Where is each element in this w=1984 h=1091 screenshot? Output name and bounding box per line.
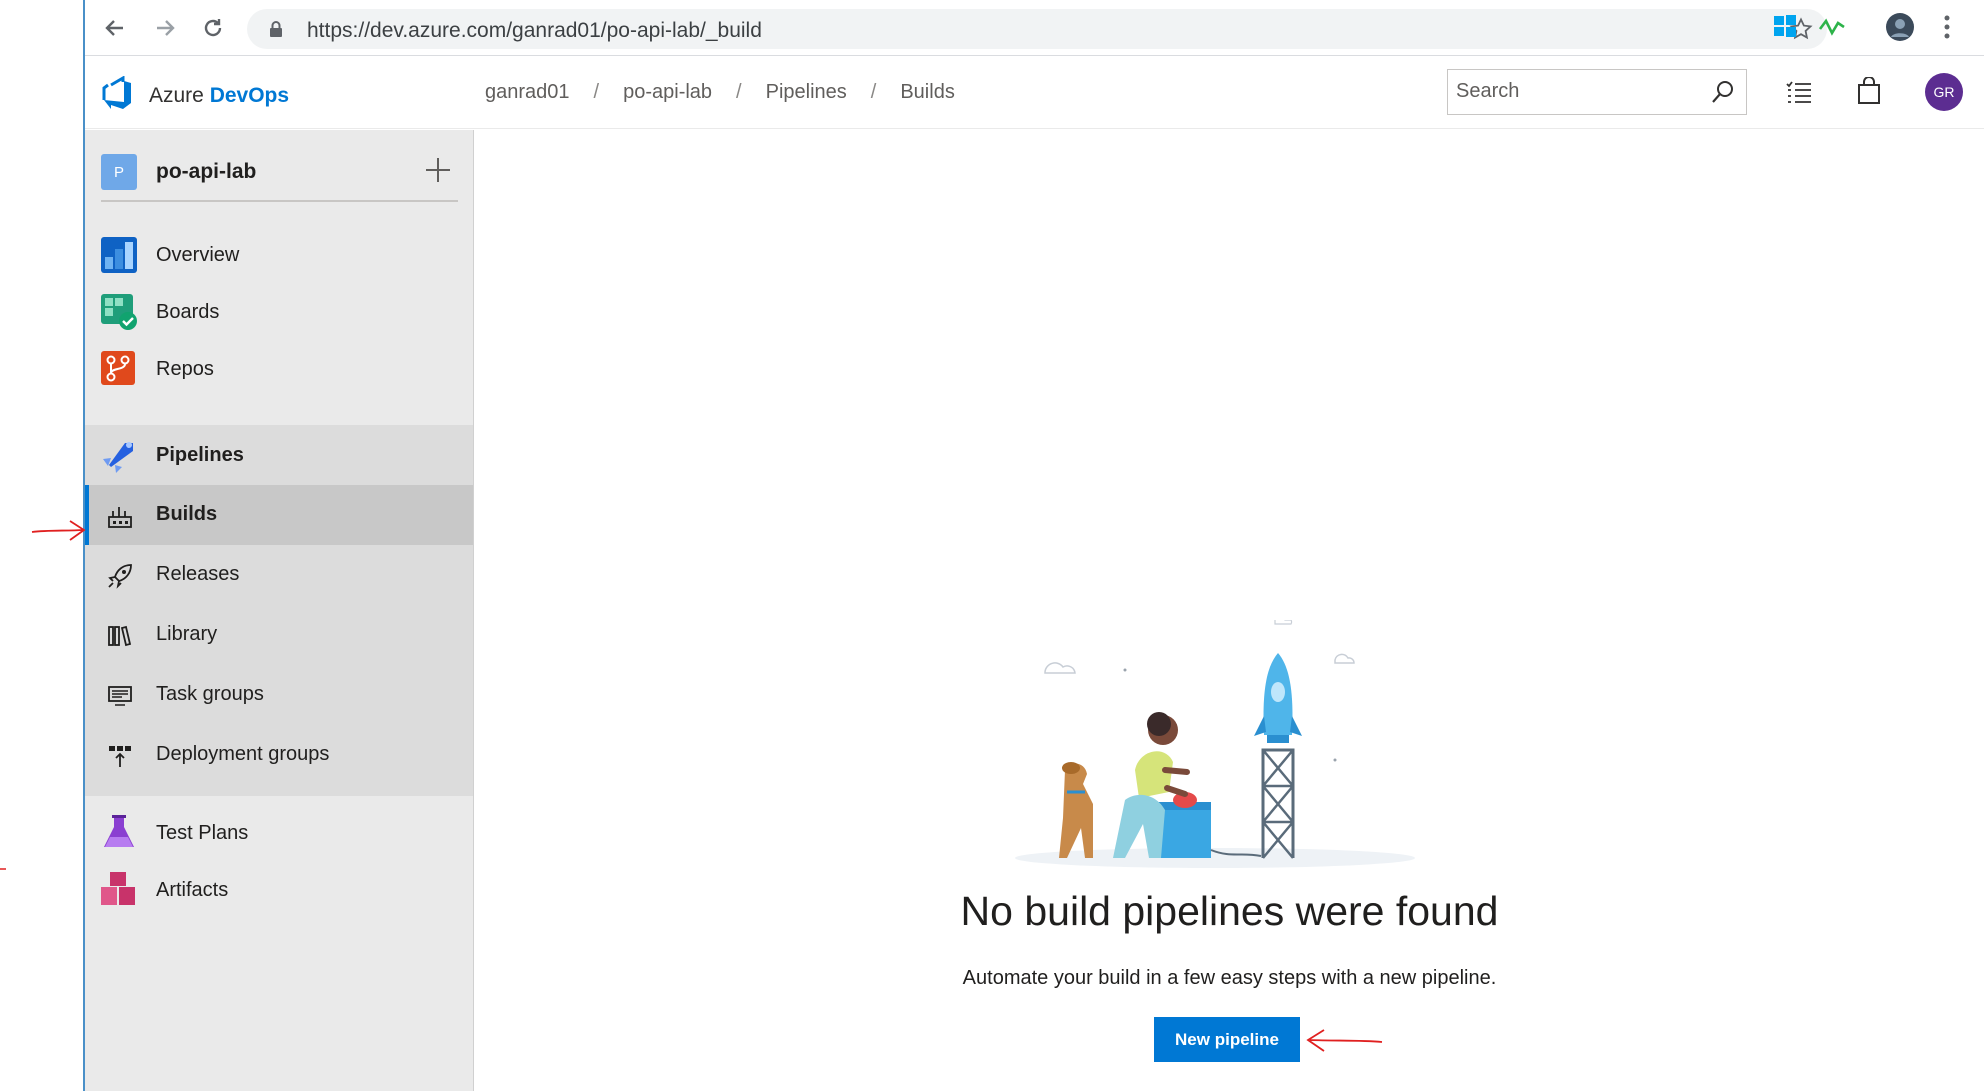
empty-state-description: Automate your build in a few easy steps …	[962, 967, 1497, 989]
breadcrumb-pipelines[interactable]: Pipelines	[766, 81, 847, 104]
sidebar-item-label: Pipelines	[156, 443, 244, 466]
project-name[interactable]: po-api-lab	[156, 160, 256, 184]
library-icon	[107, 623, 133, 649]
brand-name: Azure DevOps	[149, 83, 290, 107]
sidebar-item-label: Test Plans	[156, 821, 249, 844]
sidebar-item-task-groups[interactable]: Task groups	[85, 665, 473, 725]
artifacts-icon	[101, 872, 137, 908]
lock-icon	[269, 20, 283, 43]
breadcrumb-project[interactable]: po-api-lab	[623, 81, 712, 104]
url-text: https://dev.azure.com/ganrad01/po-api-la…	[307, 19, 762, 42]
reload-icon[interactable]	[199, 14, 227, 42]
work-items-list-icon[interactable]	[1785, 79, 1813, 110]
sidebar-item-boards[interactable]: Boards	[85, 282, 473, 342]
sidebar-item-label: Overview	[156, 243, 240, 266]
sidebar-subitem-label: Releases	[156, 563, 240, 585]
annotation-mark	[0, 868, 6, 870]
pipelines-icon	[101, 437, 137, 473]
user-avatar[interactable]: GR	[1925, 73, 1963, 111]
pipelines-group: Pipelines Builds Releases Library Task g…	[85, 425, 473, 796]
marketplace-bag-icon[interactable]	[1857, 76, 1881, 110]
sidebar-item-overview[interactable]: Overview	[85, 225, 473, 285]
windows-extension-icon[interactable]	[1772, 13, 1798, 44]
breadcrumb-separator: /	[736, 81, 742, 103]
task-groups-icon	[107, 683, 133, 709]
sidebar-item-releases[interactable]: Releases	[85, 545, 473, 605]
left-margin	[0, 0, 83, 1091]
search-icon[interactable]	[1710, 79, 1736, 110]
breadcrumb: ganrad01 / po-api-lab / Pipelines / Buil…	[485, 81, 955, 104]
deployment-groups-icon	[107, 743, 133, 769]
new-pipeline-button[interactable]: New pipeline	[1154, 1017, 1300, 1062]
sidebar: P po-api-lab Overview Boards Repos Pipel…	[85, 130, 474, 1091]
project-badge: P	[101, 154, 137, 190]
sidebar-item-label: Artifacts	[156, 878, 229, 901]
sidebar-item-artifacts[interactable]: Artifacts	[85, 860, 473, 920]
forward-icon[interactable]	[151, 14, 179, 42]
browser-toolbar: https://dev.azure.com/ganrad01/po-api-la…	[85, 0, 1984, 56]
builds-icon	[107, 503, 133, 529]
sidebar-subitem-label: Builds	[156, 503, 218, 525]
breadcrumb-separator: /	[593, 81, 600, 103]
project-header[interactable]: P po-api-lab	[101, 146, 458, 202]
sidebar-subitem-label: Library	[156, 623, 218, 645]
annotation-arrow-builds	[31, 520, 86, 541]
breadcrumb-builds[interactable]: Builds	[900, 81, 954, 104]
brand[interactable]: Azure DevOps	[101, 75, 290, 115]
main-content: No build pipelines were found Automate y…	[475, 130, 1984, 1091]
activity-extension-icon[interactable]	[1818, 13, 1846, 44]
search-box[interactable]	[1447, 69, 1747, 115]
sidebar-item-test-plans[interactable]: Test Plans	[85, 803, 473, 863]
empty-state-illustration	[1005, 614, 1445, 870]
search-input[interactable]	[1456, 80, 1696, 103]
sidebar-item-pipelines[interactable]: Pipelines	[85, 425, 473, 485]
empty-state-title: No build pipelines were found	[960, 888, 1499, 934]
breadcrumb-org[interactable]: ganrad01	[485, 81, 570, 104]
app-header: Azure DevOps ganrad01 / po-api-lab / Pip…	[85, 57, 1984, 129]
sidebar-item-repos[interactable]: Repos	[85, 339, 473, 399]
sidebar-item-builds[interactable]: Builds	[85, 485, 473, 545]
browser-menu-icon[interactable]	[1943, 14, 1951, 45]
releases-icon	[107, 563, 133, 589]
sidebar-item-label: Repos	[156, 357, 214, 380]
azure-devops-logo-icon	[101, 75, 135, 115]
sidebar-subitem-label: Task groups	[156, 683, 264, 705]
back-icon[interactable]	[101, 14, 129, 42]
profile-avatar-icon[interactable]	[1885, 12, 1915, 47]
address-bar[interactable]: https://dev.azure.com/ganrad01/po-api-la…	[247, 9, 1827, 49]
overview-icon	[101, 237, 137, 273]
add-icon[interactable]	[424, 156, 452, 189]
sidebar-item-label: Boards	[156, 300, 220, 323]
annotation-arrow-new-pipeline	[1306, 1029, 1383, 1052]
breadcrumb-separator: /	[870, 81, 877, 103]
test-plans-icon	[101, 815, 137, 851]
repos-icon	[101, 351, 137, 387]
sidebar-item-deployment-groups[interactable]: Deployment groups	[85, 725, 473, 785]
sidebar-subitem-label: Deployment groups	[156, 743, 330, 765]
sidebar-item-library[interactable]: Library	[85, 605, 473, 665]
boards-icon	[101, 294, 137, 330]
